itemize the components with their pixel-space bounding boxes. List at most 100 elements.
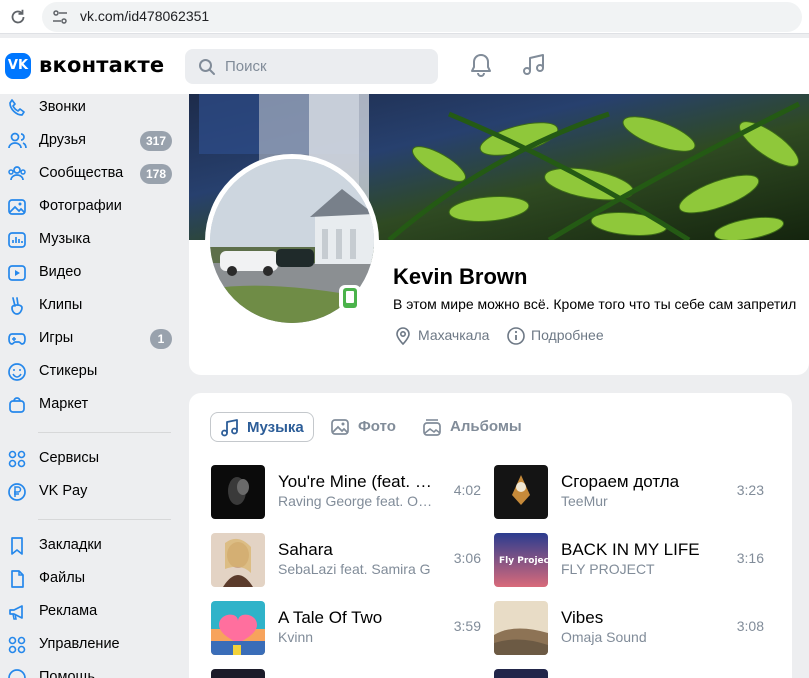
sidebar-item-label: Музыка	[39, 231, 91, 247]
gamepad-icon	[8, 333, 26, 345]
sidebar-divider	[38, 432, 171, 433]
track-item[interactable]: You're Mine (feat. Fabricio) Raving Geor…	[211, 465, 481, 519]
sidebar-item-label: VK Pay	[39, 483, 88, 499]
sidebar-item-calls[interactable]: Звонки	[0, 93, 180, 123]
sidebar-item-games[interactable]: Игры 1	[0, 324, 180, 354]
track-cover-partial	[494, 669, 548, 678]
albums-icon	[423, 419, 441, 436]
profile-status[interactable]: В этом мире можно всё. Кроме того что ты…	[393, 296, 809, 312]
vk-logo-icon[interactable]: VK	[5, 53, 31, 79]
sidebar-item-label: Маркет	[39, 396, 89, 412]
market-bag-icon	[9, 397, 25, 413]
sidebar-item-ads[interactable]: Реклама	[0, 597, 180, 627]
sidebar-item-market[interactable]: Маркет	[0, 390, 180, 420]
sidebar-item-label: Игры	[39, 330, 74, 346]
track-cover[interactable]	[211, 533, 265, 587]
track-artist[interactable]: SebaLazi feat. Samira G	[278, 561, 438, 577]
left-sidebar: Звонки Друзья 317 Сообщества 178 Фотогра…	[0, 94, 185, 678]
music-note-icon[interactable]	[521, 52, 547, 78]
sidebar-item-label: Фотографии	[39, 198, 122, 214]
track-title: Vibes	[561, 608, 604, 627]
track-artist[interactable]: Kvinn	[278, 629, 438, 645]
tab-music[interactable]: Музыка	[210, 412, 314, 442]
track-cover[interactable]	[211, 601, 265, 655]
track-cover[interactable]: Fly Project	[494, 533, 548, 587]
track-title: BACK IN MY LIFE	[561, 540, 700, 559]
sidebar-item-label: Сервисы	[39, 450, 100, 466]
sidebar-item-music[interactable]: Музыка	[0, 225, 180, 255]
url-text[interactable]: vk.com/id478062351	[80, 8, 209, 24]
photos-icon	[8, 199, 26, 215]
stickers-icon	[8, 363, 26, 381]
sidebar-item-clips[interactable]: Клипы	[0, 291, 180, 321]
sidebar-item-label: Видео	[39, 264, 82, 280]
track-duration: 3:08	[736, 618, 764, 634]
sidebar-item-files[interactable]: Файлы	[0, 564, 180, 594]
photo-icon	[331, 419, 349, 435]
tab-label: Музыка	[247, 419, 304, 436]
sidebar-item-label: Звонки	[39, 99, 86, 115]
sidebar-item-vkpay[interactable]: VK Pay	[0, 477, 180, 507]
tab-albums[interactable]: Альбомы	[422, 412, 532, 442]
communities-icon	[8, 166, 26, 181]
phone-icon	[9, 99, 25, 116]
megaphone-icon	[9, 605, 23, 620]
notifications-bell-icon[interactable]	[468, 52, 494, 78]
file-icon	[11, 570, 24, 588]
track-duration: 4:02	[453, 482, 481, 498]
search-placeholder: Поиск	[225, 58, 267, 75]
search-input[interactable]: Поиск	[185, 49, 438, 84]
vk-header: VK вконтакте Поиск	[0, 38, 809, 94]
track-artist[interactable]: Raving George feat. Oscar	[278, 493, 438, 509]
sidebar-item-label: Файлы	[39, 570, 86, 586]
track-cover[interactable]	[211, 465, 265, 519]
track-item[interactable]: A Tale Of Two Kvinn 3:59	[211, 601, 481, 655]
sidebar-item-communities[interactable]: Сообщества 178	[0, 159, 180, 189]
track-artist[interactable]: Omaja Sound	[561, 629, 721, 645]
profile-name: Kevin Brown	[393, 264, 528, 289]
track-item[interactable]: Сгораем дотла TeeMur 3:23	[494, 465, 764, 519]
track-item[interactable]: Sahara SebaLazi feat. Samira G 3:06	[211, 533, 481, 587]
friends-icon	[8, 132, 27, 149]
more-details-label: Подробнее	[531, 327, 604, 343]
sidebar-item-label: Друзья	[39, 132, 87, 148]
sidebar-item-services[interactable]: Сервисы	[0, 444, 180, 474]
track-cover-partial	[211, 669, 265, 678]
vkpay-icon	[8, 483, 26, 501]
browser-address-bar: vk.com/id478062351	[0, 0, 809, 34]
sidebar-item-label: Реклама	[39, 603, 98, 619]
sidebar-item-photos[interactable]: Фотографии	[0, 192, 180, 222]
profile-more-details-link[interactable]: Подробнее	[506, 325, 616, 345]
manage-grid-icon	[8, 636, 26, 654]
sidebar-item-bookmarks[interactable]: Закладки	[0, 531, 180, 561]
sidebar-item-help[interactable]: Помощь	[0, 663, 180, 678]
sidebar-item-friends[interactable]: Друзья 317	[0, 126, 180, 156]
tab-photos[interactable]: Фото	[330, 412, 410, 442]
track-cover[interactable]	[494, 465, 548, 519]
site-settings-icon[interactable]	[50, 7, 70, 27]
video-icon	[8, 265, 26, 281]
track-duration: 3:16	[736, 550, 764, 566]
sidebar-divider	[38, 519, 171, 520]
track-item[interactable]: Vibes Omaja Sound 3:08	[494, 601, 764, 655]
track-cover[interactable]	[494, 601, 548, 655]
track-item[interactable]: Fly Project BACK IN MY LIFE FLY PROJECT …	[494, 533, 764, 587]
sidebar-item-label: Закладки	[39, 537, 102, 553]
reload-icon[interactable]	[8, 7, 28, 27]
track-artist[interactable]: TeeMur	[561, 493, 721, 509]
art-text-fly-project: Fly Project	[499, 556, 548, 566]
track-duration: 3:06	[453, 550, 481, 566]
help-icon	[8, 669, 26, 678]
friends-count-badge: 317	[139, 131, 172, 151]
track-title: Сгораем дотла	[561, 472, 680, 491]
tab-label: Альбомы	[450, 418, 522, 435]
track-artist[interactable]: FLY PROJECT	[561, 561, 721, 577]
sidebar-item-manage[interactable]: Управление	[0, 630, 180, 660]
track-title: A Tale Of Two	[278, 608, 383, 627]
sidebar-item-stickers[interactable]: Стикеры	[0, 357, 180, 387]
sidebar-item-label: Клипы	[39, 297, 83, 313]
sidebar-item-video[interactable]: Видео	[0, 258, 180, 288]
games-count-badge: 1	[150, 329, 172, 349]
communities-count-badge: 178	[139, 164, 172, 184]
vk-logo-text[interactable]: вконтакте	[39, 53, 164, 77]
